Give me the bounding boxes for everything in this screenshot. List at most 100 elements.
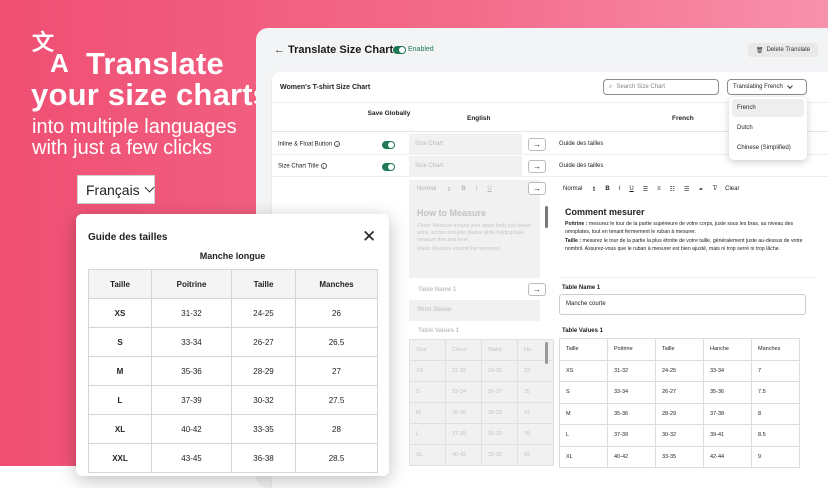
- subline-1: into multiple languages: [32, 116, 237, 138]
- header-cell: Taille: [88, 269, 152, 299]
- field-label: Size Chart Title: [278, 163, 319, 170]
- table-row: S 33-34 26-27 35-36 7.5: [559, 381, 800, 404]
- language-select[interactable]: Français: [77, 175, 155, 204]
- format-select[interactable]: Normal: [563, 186, 582, 192]
- table-cell: Waist: [481, 339, 518, 361]
- table-cell: 33-34: [151, 327, 232, 357]
- bold-icon[interactable]: B: [605, 186, 609, 192]
- ordered-list-icon[interactable]: ☷: [670, 186, 675, 193]
- copy-arrow-button[interactable]: →: [528, 283, 546, 296]
- table-cell[interactable]: 33-34: [703, 359, 752, 382]
- table-cell[interactable]: 35-36: [607, 402, 656, 425]
- table-cell[interactable]: XL: [559, 445, 608, 468]
- table-row: M 35-36 28-29 37-38 8: [559, 402, 800, 425]
- table-cell[interactable]: 7: [751, 359, 800, 382]
- clear-button[interactable]: Clear: [725, 186, 739, 192]
- header-cell: Poitrine: [151, 269, 232, 299]
- table-row: XS 31-32 24-25 33: [409, 360, 554, 382]
- bullet-list-icon[interactable]: ☰: [684, 186, 689, 193]
- table-cell: 36-38: [231, 443, 296, 473]
- table-cell[interactable]: Manches: [751, 338, 800, 361]
- table-cell[interactable]: Taille: [655, 338, 704, 361]
- table-cell[interactable]: 39-41: [703, 424, 752, 447]
- table-cell: M: [88, 356, 152, 386]
- info-icon[interactable]: i: [334, 141, 341, 147]
- table-cell: M: [409, 402, 446, 424]
- translating-select[interactable]: Translating French: [727, 79, 807, 95]
- table-cell[interactable]: 8.5: [751, 424, 800, 447]
- align-center-icon[interactable]: ≡: [657, 186, 661, 192]
- language-select-value: Français: [86, 181, 140, 198]
- table-cell[interactable]: M: [559, 402, 608, 425]
- scrollbar[interactable]: [545, 206, 548, 228]
- info-icon[interactable]: i: [320, 163, 327, 169]
- scrollbar[interactable]: [545, 342, 548, 364]
- clear-format-icon[interactable]: T̸: [712, 186, 716, 192]
- copy-arrow-button[interactable]: →: [528, 182, 546, 195]
- table-cell: 28-29: [481, 402, 518, 424]
- french-value[interactable]: Guide des tailles: [559, 163, 603, 169]
- table-cell[interactable]: 8: [751, 402, 800, 425]
- save-globally-toggle[interactable]: [382, 141, 395, 149]
- copy-arrow-button[interactable]: →: [528, 160, 546, 173]
- header-cell: Manches: [295, 269, 378, 299]
- table-cell[interactable]: S: [559, 381, 608, 404]
- table-cell[interactable]: Poitrine: [607, 338, 656, 361]
- table-cell[interactable]: XS: [559, 359, 608, 382]
- table-row: L 37-39 30-32 27.5: [88, 385, 378, 415]
- bold-icon: B: [461, 186, 466, 192]
- table-cell[interactable]: 24-25: [655, 359, 704, 382]
- table-header-row: Taille Poitrine Taille Manches: [88, 269, 378, 299]
- table-row: M 35-36 28-29 27: [88, 356, 378, 386]
- dropdown-option-french[interactable]: French: [732, 99, 804, 117]
- english-paragraph: Waist: Measure around the narrowest: [417, 246, 501, 252]
- delete-translate-button[interactable]: 🗑 Delete Translate: [748, 43, 818, 57]
- french-table-name-input[interactable]: Manche courte: [559, 294, 806, 315]
- search-input[interactable]: ⌕ Search Size Chart: [603, 79, 719, 95]
- french-rich-text[interactable]: Comment mesurer Poitrine : mesurez le to…: [559, 198, 817, 278]
- table-cell: 37: [517, 402, 554, 424]
- table-cell[interactable]: 26-27: [655, 381, 704, 404]
- align-left-icon[interactable]: ☰: [643, 186, 648, 193]
- table-cell[interactable]: 31-32: [607, 359, 656, 382]
- french-table-name-label: Table Name 1: [562, 285, 601, 291]
- table-cell[interactable]: L: [559, 424, 608, 447]
- french-values-table: Taille Poitrine Taille Hanche Manches XS 31-3…: [559, 338, 800, 468]
- table-cell[interactable]: Taille: [559, 338, 608, 361]
- table-cell: 33-35: [481, 444, 518, 466]
- header-cell: Taille: [231, 269, 296, 299]
- table-cell[interactable]: 30-32: [655, 424, 704, 447]
- table-cell[interactable]: 9: [751, 445, 800, 468]
- table-cell[interactable]: 42-44: [703, 445, 752, 468]
- format-select-icon[interactable]: ⇕: [591, 186, 596, 193]
- table-cell: XL: [409, 444, 446, 466]
- table-row: XS 31-32 24-25 26: [88, 298, 378, 328]
- table-cell[interactable]: 40-42: [607, 445, 656, 468]
- underline-icon[interactable]: U: [629, 186, 633, 192]
- copy-arrow-button[interactable]: →: [528, 138, 546, 151]
- table-row: XL 40-42 33-35 42-44 9: [559, 445, 800, 468]
- dropdown-option-dutch[interactable]: Dutch: [732, 119, 804, 137]
- link-icon[interactable]: ⚭: [698, 186, 703, 193]
- table-cell[interactable]: Hanche: [703, 338, 752, 361]
- back-arrow-icon[interactable]: ←: [274, 44, 285, 56]
- status-label: Enabled: [408, 46, 434, 53]
- table-cell[interactable]: 33-35: [655, 445, 704, 468]
- col-french: French: [672, 115, 694, 122]
- enabled-toggle[interactable]: [393, 46, 406, 54]
- close-icon[interactable]: ✕: [362, 227, 376, 247]
- table-cell: 33: [517, 360, 554, 382]
- table-cell[interactable]: 37-39: [607, 424, 656, 447]
- italic-icon[interactable]: I: [619, 186, 621, 192]
- table-row: L 37-39 30-32 39: [409, 423, 554, 445]
- save-globally-toggle[interactable]: [382, 163, 395, 171]
- table-cell[interactable]: 37-38: [703, 402, 752, 425]
- table-cell: 28.5: [295, 443, 378, 473]
- table-cell[interactable]: 35-36: [703, 381, 752, 404]
- table-cell[interactable]: 7.5: [751, 381, 800, 404]
- french-value[interactable]: Guide des tailles: [559, 141, 603, 147]
- table-cell[interactable]: 28-29: [655, 402, 704, 425]
- table-cell: 28-29: [231, 356, 296, 386]
- table-cell[interactable]: 33-34: [607, 381, 656, 404]
- dropdown-option-chinese[interactable]: Chinese (Simplified): [732, 139, 804, 157]
